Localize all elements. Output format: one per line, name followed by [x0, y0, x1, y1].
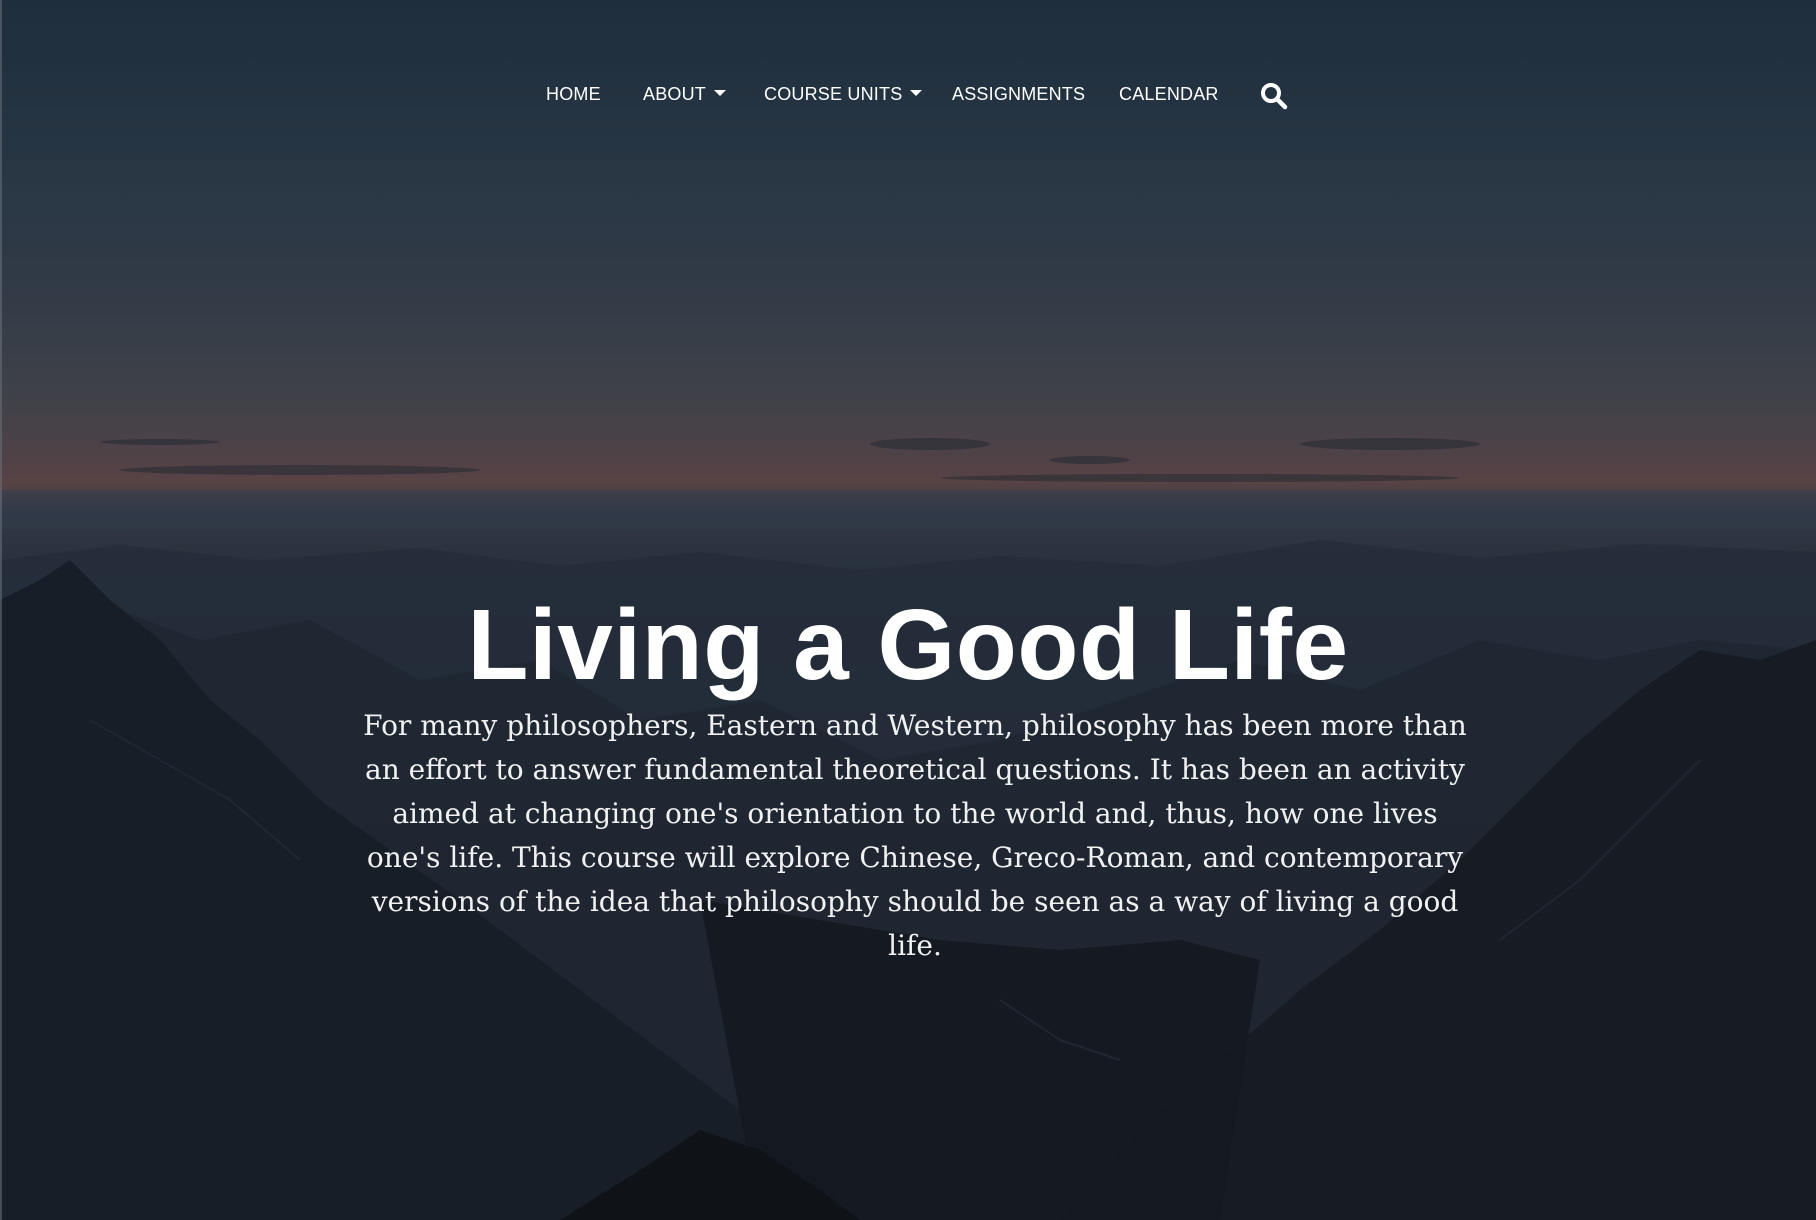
nav-item-label: HOME	[546, 84, 601, 104]
nav-item-calendar[interactable]: CALENDAR	[1119, 82, 1219, 106]
main-navigation: HOME ABOUT COURSE UNITS ASSIGNMENTS CALE…	[0, 0, 1816, 190]
chevron-down-icon	[714, 90, 727, 97]
nav-item-about[interactable]: ABOUT	[643, 82, 727, 106]
nav-item-course-units[interactable]: COURSE UNITS	[764, 82, 923, 106]
nav-item-label: CALENDAR	[1119, 84, 1219, 104]
search-button[interactable]	[1260, 82, 1290, 112]
chevron-down-icon	[910, 90, 923, 97]
page-title: Living a Good Life	[467, 589, 1349, 701]
course-description: For many philosophers, Eastern and Weste…	[363, 709, 1467, 962]
nav-item-assignments[interactable]: ASSIGNMENTS	[952, 82, 1085, 106]
nav-item-label: ABOUT	[643, 84, 707, 104]
nav-item-label: COURSE UNITS	[764, 84, 903, 104]
search-icon	[1261, 83, 1288, 110]
nav-item-home[interactable]: HOME	[546, 82, 601, 106]
nav-item-label: ASSIGNMENTS	[952, 84, 1086, 104]
